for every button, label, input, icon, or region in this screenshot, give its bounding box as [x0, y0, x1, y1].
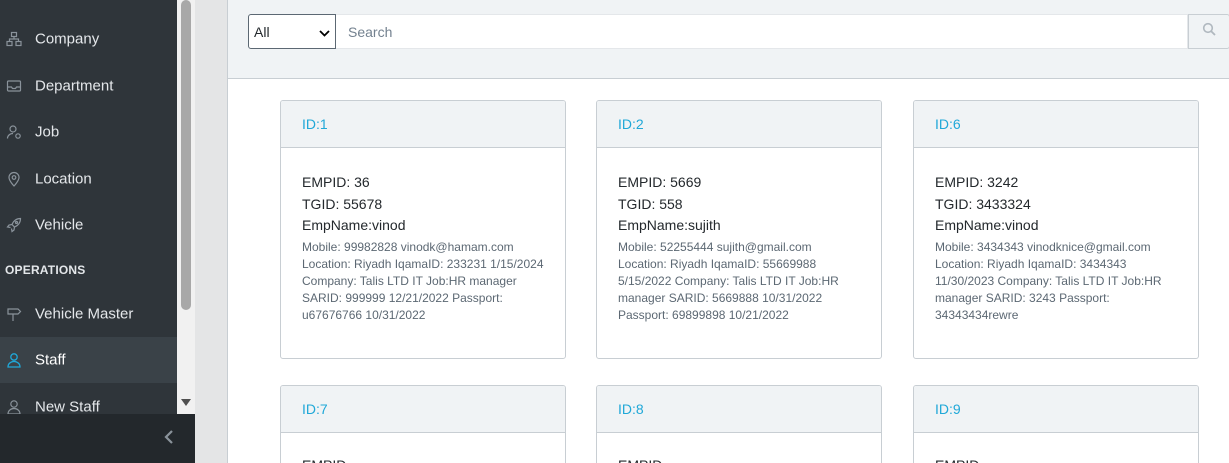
sidebar-item-new-staff[interactable]: New Staff — [0, 384, 177, 414]
scroll-down-arrow-icon[interactable] — [177, 394, 195, 412]
card-header-id: ID:7 — [281, 386, 565, 433]
card-details: Mobile: 52255444 sujith@gmail.com Locati… — [618, 239, 839, 322]
staff-card[interactable]: ID:2 EMPID: 5669 TGID: 558 EmpName:sujit… — [596, 100, 882, 359]
search-bar: All — [228, 0, 1229, 79]
card-header-id: ID:1 — [281, 101, 565, 148]
card-details: Mobile: 3434343 vinodknice@gmail.com Loc… — [935, 239, 1162, 322]
user-badge-icon — [5, 123, 23, 141]
search-input[interactable] — [336, 14, 1188, 49]
sidebar-section-title: OPERATIONS — [5, 263, 86, 277]
card-header-id: ID:9 — [914, 386, 1198, 433]
location-pin-icon — [5, 170, 23, 188]
sidebar-item-label: Job — [35, 123, 60, 141]
card-empid: EMPID: 3242 — [935, 174, 1019, 190]
sidebar-item-label: Location — [35, 170, 92, 188]
rocket-icon — [5, 216, 23, 234]
card-empid: EMPID: 5669 — [618, 174, 702, 190]
staff-card[interactable]: ID:6 EMPID: 3242 TGID: 3433324 EmpName:v… — [913, 100, 1199, 359]
sidebar-item-vehicle[interactable]: Vehicle — [0, 202, 177, 248]
sidebar-item-department[interactable]: Department — [0, 63, 177, 109]
sitemap-icon — [5, 30, 23, 48]
search-icon — [1202, 22, 1216, 41]
card-body: EMPID — [914, 433, 1198, 463]
staff-panel: All ID:1 EMPID: 36 TGID: 55678 EmpName:v… — [227, 0, 1229, 463]
card-empname: EmpName:vinod — [302, 217, 406, 233]
chevron-left-icon — [164, 429, 174, 450]
sidebar-minimize-button[interactable] — [158, 428, 180, 450]
sidebar-item-job[interactable]: Job — [0, 109, 177, 155]
inbox-icon — [5, 77, 23, 95]
user-icon — [5, 398, 23, 414]
user-icon — [5, 351, 23, 369]
staff-card[interactable]: ID:9 EMPID — [913, 385, 1199, 463]
signpost-icon — [5, 305, 23, 323]
filter-select-value: All — [254, 23, 270, 40]
card-details: Mobile: 99982828 vinodk@hamam.com Locati… — [302, 239, 544, 322]
card-tgid: TGID: 558 — [618, 195, 683, 212]
card-header-id: ID:6 — [914, 101, 1198, 148]
chevron-down-icon — [319, 26, 330, 42]
card-empid: EMPID: 36 — [302, 174, 370, 190]
sidebar-item-vehicle-master[interactable]: Vehicle Master — [0, 291, 177, 337]
sidebar-footer — [0, 414, 195, 463]
search-button[interactable] — [1188, 14, 1229, 49]
sidebar-nav: Company Department Job Location Vehicle — [0, 0, 177, 414]
card-body: EMPID — [281, 433, 565, 463]
staff-card[interactable]: ID:1 EMPID: 36 TGID: 55678 EmpName:vinod… — [280, 100, 566, 359]
sidebar-item-company[interactable]: Company — [0, 16, 177, 62]
sidebar-item-location[interactable]: Location — [0, 156, 177, 202]
sidebar-item-label: Department — [35, 77, 114, 95]
sidebar-item-label: Vehicle — [35, 216, 84, 234]
sidebar-item-label: New Staff — [35, 398, 100, 415]
scrollbar-thumb[interactable] — [181, 0, 191, 310]
card-tgid: TGID: 3433324 — [935, 195, 1031, 212]
sidebar-item-staff[interactable]: Staff — [0, 337, 177, 383]
card-body: EMPID: 36 TGID: 55678 EmpName:vinod Mobi… — [281, 148, 565, 324]
card-empid: EMPID — [302, 455, 544, 463]
card-empname: EmpName:vinod — [935, 217, 1039, 233]
card-body: EMPID: 5669 TGID: 558 EmpName:sujith Mob… — [597, 148, 881, 324]
main-area: All ID:1 EMPID: 36 TGID: 55678 EmpName:v… — [195, 0, 1229, 463]
card-empid: EMPID — [618, 455, 860, 463]
sidebar-item-label: Staff — [35, 351, 66, 369]
staff-card[interactable]: ID:8 EMPID — [596, 385, 882, 463]
card-header-id: ID:8 — [597, 386, 881, 433]
card-body: EMPID: 3242 TGID: 3433324 EmpName:vinod … — [914, 148, 1198, 324]
filter-select[interactable]: All — [248, 14, 336, 49]
sidebar-item-label: Company — [35, 30, 100, 48]
card-header-id: ID:2 — [597, 101, 881, 148]
sidebar: Company Department Job Location Vehicle — [0, 0, 195, 463]
staff-card[interactable]: ID:7 EMPID — [280, 385, 566, 463]
card-body: EMPID — [597, 433, 881, 463]
card-tgid: TGID: 55678 — [302, 195, 383, 212]
card-empname: EmpName:sujith — [618, 217, 721, 233]
card-empid: EMPID — [935, 455, 1177, 463]
sidebar-item-label: Vehicle Master — [35, 305, 134, 323]
